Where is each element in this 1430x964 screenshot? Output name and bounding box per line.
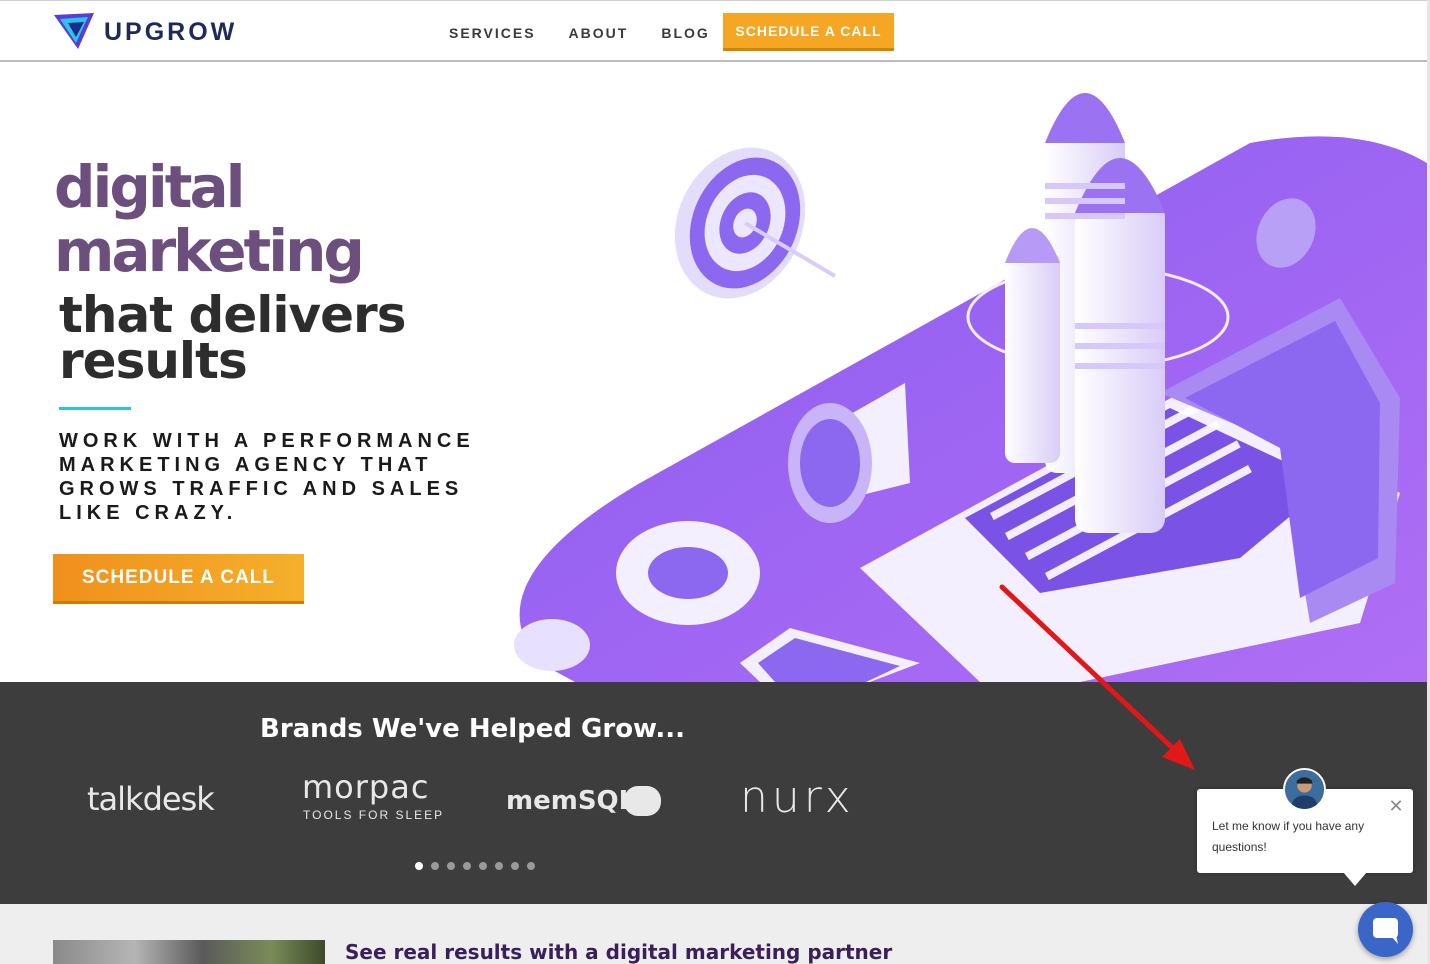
close-icon[interactable]: ✕ xyxy=(1387,797,1405,815)
results-image xyxy=(53,940,325,964)
chat-icon xyxy=(1373,918,1398,944)
chat-message: Let me know if you have any questions! xyxy=(1212,819,1365,854)
memsql-mark-icon xyxy=(624,786,661,816)
carousel-dot[interactable] xyxy=(511,862,519,870)
schedule-call-hero-button[interactable]: SCHEDULE A CALL xyxy=(53,554,304,604)
annotation-arrow-icon xyxy=(999,584,1195,770)
hero-section: digital marketing that delivers results … xyxy=(0,63,1427,682)
hero-heading-line4: results xyxy=(59,332,248,390)
hero-heading-line1: digital xyxy=(54,153,246,221)
logo-text: UPGROW xyxy=(104,17,238,46)
carousel-dots xyxy=(415,862,543,870)
target-icon xyxy=(674,147,837,299)
upgrow-logo-icon xyxy=(54,13,94,49)
carousel-dot[interactable] xyxy=(479,862,487,870)
avatar[interactable] xyxy=(1283,768,1326,811)
carousel-dot[interactable] xyxy=(447,862,455,870)
brand-logo-nurx[interactable]: nurx xyxy=(740,772,855,823)
chat-bubble-tail xyxy=(1343,872,1367,886)
main-nav: SERVICES ABOUT BLOG xyxy=(449,25,743,41)
carousel-dot[interactable] xyxy=(431,862,439,870)
brand-logo-morpac[interactable]: morpac xyxy=(302,768,429,806)
carousel-dot[interactable] xyxy=(495,862,503,870)
nav-blog[interactable]: BLOG xyxy=(661,25,709,41)
nav-services[interactable]: SERVICES xyxy=(449,25,536,41)
carousel-dot[interactable] xyxy=(463,862,471,870)
hero-heading-line2: marketing xyxy=(54,217,365,285)
results-title: See real results with a digital marketin… xyxy=(345,940,893,964)
site-header: UPGROW SERVICES ABOUT BLOG SCHEDULE A CA… xyxy=(0,0,1428,62)
nav-about[interactable]: ABOUT xyxy=(569,25,629,41)
carousel-dot[interactable] xyxy=(415,862,423,870)
hero-tagline: WORK WITH A PERFORMANCE MARKETING AGENCY… xyxy=(59,430,475,524)
carousel-dot[interactable] xyxy=(527,862,535,870)
brand-logo-morpac-subtitle: TOOLS FOR SLEEP xyxy=(303,808,445,822)
brands-title: Brands We've Helped Grow... xyxy=(260,714,686,744)
brand-logo-talkdesk[interactable]: talkdesk xyxy=(87,780,215,818)
chat-launcher-button[interactable] xyxy=(1358,902,1413,957)
logo[interactable]: UPGROW xyxy=(54,13,237,51)
schedule-call-nav-button[interactable]: SCHEDULE A CALL xyxy=(723,13,894,51)
results-section: See real results with a digital marketin… xyxy=(0,904,1427,964)
brand-logo-memsql[interactable]: memSQL xyxy=(506,786,635,816)
divider xyxy=(59,407,131,410)
